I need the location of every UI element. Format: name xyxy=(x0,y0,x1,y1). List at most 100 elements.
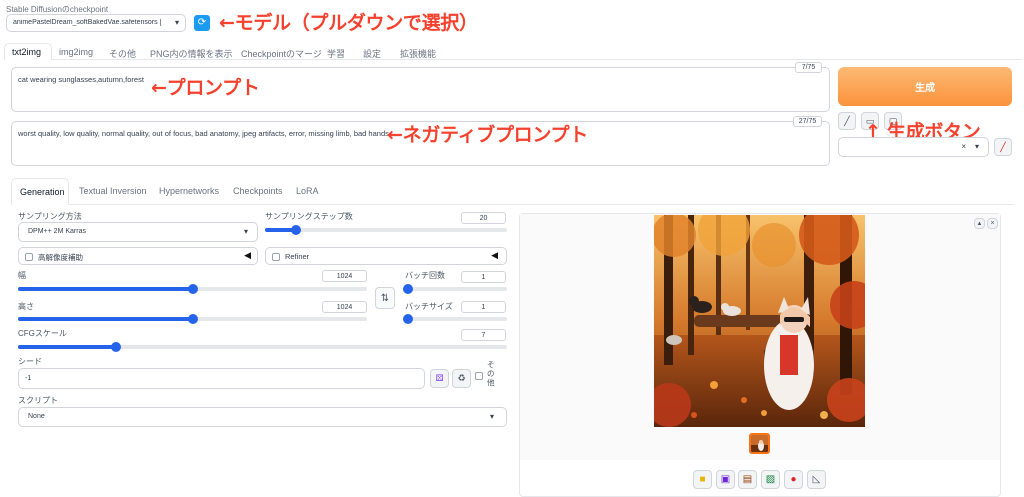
subtab-checkpoints[interactable]: Checkpoints xyxy=(233,186,283,196)
subtab-textual-inversion[interactable]: Textual Inversion xyxy=(79,186,147,196)
steps-slider[interactable] xyxy=(265,225,507,235)
zip-button[interactable]: ▤ xyxy=(738,470,757,489)
open-folder-button[interactable]: ■ xyxy=(693,470,712,489)
send-to-img2img-button[interactable]: ▨ xyxy=(761,470,780,489)
refiner-label: Refiner xyxy=(285,252,310,261)
send-to-extras-button[interactable]: ◺ xyxy=(807,470,826,489)
height-input[interactable]: 1024 xyxy=(322,301,367,313)
width-label: 幅 xyxy=(18,271,26,280)
height-slider-thumb[interactable] xyxy=(187,314,198,324)
annotation-prompt: ←プロンプト xyxy=(151,77,260,99)
refiner-accordion[interactable]: Refiner ◀ xyxy=(265,247,507,265)
batch-size-slider[interactable] xyxy=(403,314,507,324)
script-label: スクリプト xyxy=(18,396,58,405)
reuse-seed-button[interactable]: ♻ xyxy=(452,369,471,388)
refresh-icon: ⟳ xyxy=(197,17,207,28)
batch-size-label: バッチサイズ xyxy=(405,302,453,311)
seed-label: シード xyxy=(18,357,42,366)
cfg-input[interactable]: 7 xyxy=(461,329,506,341)
negative-prompt-text: worst quality, low quality, normal quali… xyxy=(18,129,389,138)
checkpoint-dropdown[interactable]: animePastelDream_softBakedVae.safetensor… xyxy=(6,14,186,32)
annotation-negative-prompt: ←ネガティブプロンプト xyxy=(387,124,588,146)
extra-seed-label: その他 xyxy=(487,360,495,387)
tab-img2img[interactable]: img2img xyxy=(59,47,93,57)
script-value: None xyxy=(28,413,45,420)
annotation-model: ←モデル（プルダウンで選択） xyxy=(219,12,478,34)
brush-icon: ╱ xyxy=(1000,141,1006,152)
width-input[interactable]: 1024 xyxy=(322,270,367,282)
sampler-value: DPM++ 2M Karras xyxy=(28,228,86,235)
folder-icon: ■ xyxy=(699,474,706,485)
batch-count-slider[interactable] xyxy=(403,284,507,294)
palette-icon: ● xyxy=(790,474,797,485)
close-icon: × xyxy=(990,220,995,227)
refresh-button[interactable]: ⟳ xyxy=(194,15,210,31)
chevron-down-icon: ▾ xyxy=(974,142,979,151)
send-to-inpaint-button[interactable]: ● xyxy=(784,470,803,489)
download-button[interactable]: ▲ xyxy=(974,218,985,229)
width-slider-thumb[interactable] xyxy=(187,284,198,294)
save-button[interactable]: ▣ xyxy=(716,470,735,489)
pencil-icon: ╱ xyxy=(844,115,850,126)
thumbnail-image xyxy=(751,435,768,452)
height-label: 高さ xyxy=(18,302,34,311)
cfg-slider-fill xyxy=(18,345,116,349)
prompt-token-counter: 7/75 xyxy=(795,62,822,73)
chevron-down-icon: ▾ xyxy=(243,227,248,236)
seed-input[interactable]: -1 xyxy=(18,368,425,389)
swap-icon: ⇅ xyxy=(380,292,390,304)
hires-fix-accordion[interactable]: 高解像度補助 ◀ xyxy=(18,247,258,265)
batch-count-slider-thumb[interactable] xyxy=(403,284,413,294)
recycle-icon: ♻ xyxy=(457,373,466,383)
script-dropdown[interactable]: None ▾ xyxy=(18,407,507,427)
width-slider-fill xyxy=(18,287,193,291)
chevron-down-icon: ▾ xyxy=(489,412,494,421)
refiner-checkbox[interactable] xyxy=(272,252,280,261)
download-icon: ▲ xyxy=(976,220,983,227)
prompt-textarea[interactable]: cat wearing sunglasses,autumn,forest xyxy=(11,67,830,112)
subtab-generation[interactable]: Generation xyxy=(11,178,69,205)
steps-label: サンプリングステップ数 xyxy=(265,212,353,221)
styles-dropdown[interactable]: × ▾ xyxy=(838,137,989,157)
tab-txt2img[interactable]: txt2img xyxy=(4,43,52,60)
extra-seed-checkbox[interactable] xyxy=(475,371,483,380)
cfg-label: CFGスケール xyxy=(18,329,67,338)
batch-count-label: バッチ回数 xyxy=(405,271,445,280)
seed-value: -1 xyxy=(25,375,32,382)
steps-input[interactable]: 20 xyxy=(461,212,506,224)
save-icon: ▣ xyxy=(720,474,731,485)
height-slider[interactable] xyxy=(18,314,367,324)
batch-count-input[interactable]: 1 xyxy=(461,271,506,283)
close-output-button[interactable]: × xyxy=(987,218,998,229)
ruler-icon: ◺ xyxy=(812,474,821,485)
batch-size-input[interactable]: 1 xyxy=(461,301,506,313)
subtab-hypernetworks[interactable]: Hypernetworks xyxy=(159,186,219,196)
hires-fix-checkbox[interactable] xyxy=(25,252,33,261)
random-seed-button[interactable]: ⚄ xyxy=(430,369,449,388)
sampler-label: サンプリング方法 xyxy=(18,212,82,221)
steps-slider-thumb[interactable] xyxy=(291,225,302,235)
generate-button[interactable]: 生成 xyxy=(838,67,1012,106)
clear-icon: × xyxy=(961,142,966,151)
collapse-icon: ◀ xyxy=(491,250,498,260)
cfg-slider-thumb[interactable] xyxy=(110,342,121,352)
sampler-dropdown[interactable]: DPM++ 2M Karras ▾ xyxy=(18,222,258,242)
width-slider[interactable] xyxy=(18,284,367,294)
edit-styles-button[interactable]: ╱ xyxy=(994,138,1012,156)
generate-label: 生成 xyxy=(915,83,935,94)
archive-icon: ▤ xyxy=(742,474,753,485)
batch-size-slider-thumb[interactable] xyxy=(403,314,413,324)
gallery-thumbnail[interactable] xyxy=(749,433,770,454)
subtab-lora[interactable]: LoRA xyxy=(296,186,319,196)
generated-image[interactable] xyxy=(654,215,865,427)
read-params-button[interactable]: ╱ xyxy=(838,112,856,130)
tab-divider xyxy=(52,59,1022,60)
cfg-slider[interactable] xyxy=(18,342,507,352)
image-icon: ▨ xyxy=(765,474,776,485)
checkpoint-value: animePastelDream_softBakedVae.safetensor… xyxy=(13,19,162,26)
swap-dimensions-button[interactable]: ⇅ xyxy=(375,287,395,309)
chevron-down-icon: ▾ xyxy=(174,18,179,27)
hires-fix-label: 高解像度補助 xyxy=(38,253,83,262)
prompt-text: cat wearing sunglasses,autumn,forest xyxy=(18,75,144,84)
dice-icon: ⚄ xyxy=(435,373,444,383)
